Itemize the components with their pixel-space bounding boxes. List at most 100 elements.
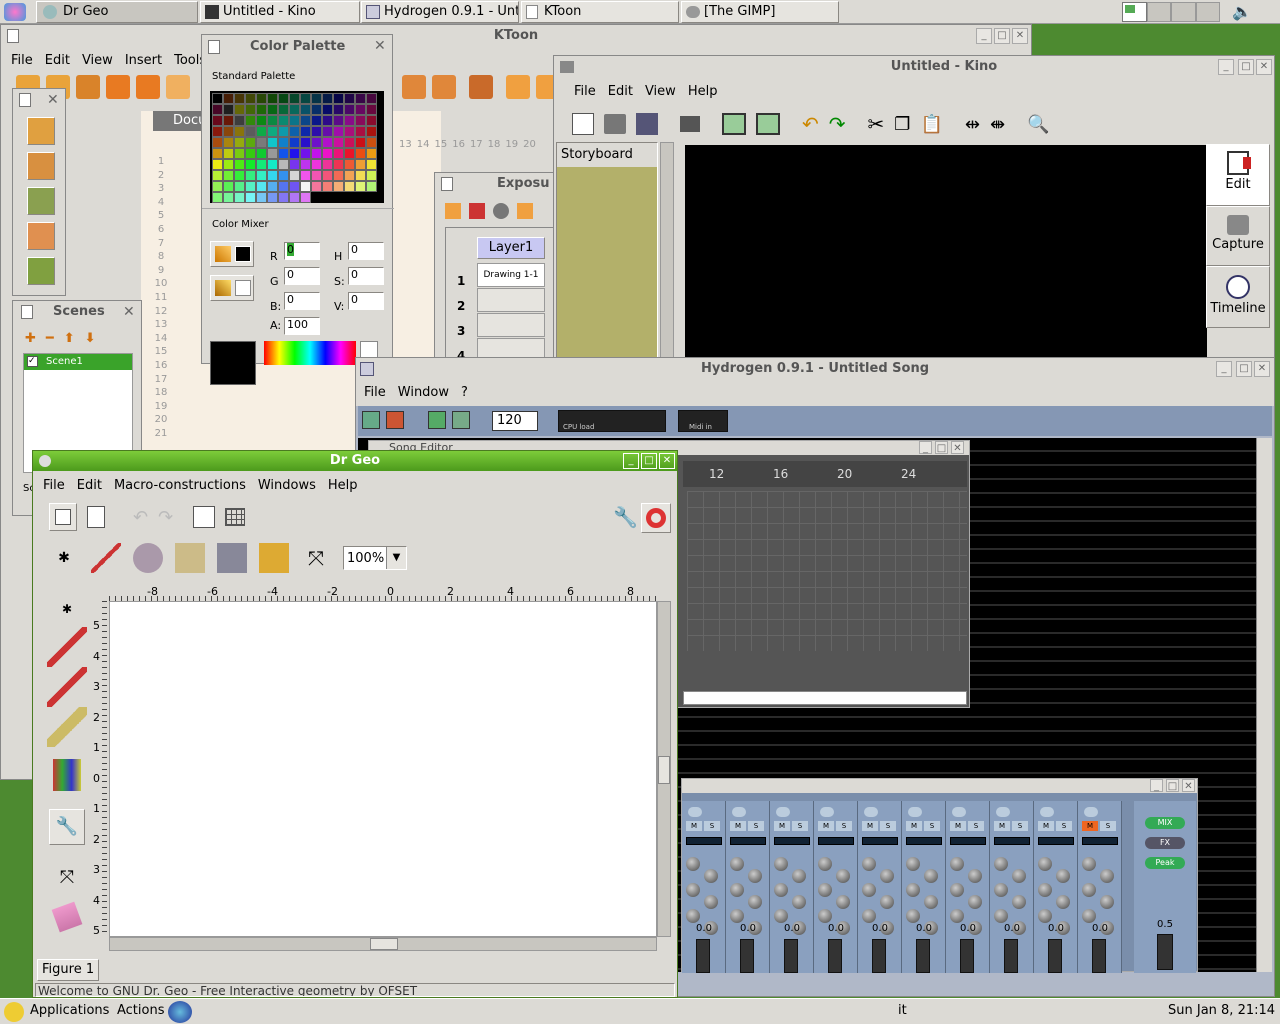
main-menu-icon[interactable]: [4, 3, 26, 21]
palette-swatch[interactable]: [300, 148, 311, 159]
palette-swatch[interactable]: [212, 93, 223, 104]
palette-swatch[interactable]: [311, 104, 322, 115]
task-kino[interactable]: Untitled - Kino: [200, 1, 360, 23]
knob[interactable]: [748, 895, 762, 909]
palette-swatch[interactable]: [366, 126, 377, 137]
palette-swatch[interactable]: [234, 137, 245, 148]
palette-swatch[interactable]: [344, 159, 355, 170]
palette-swatch[interactable]: [311, 148, 322, 159]
knob[interactable]: [906, 883, 920, 897]
browser-icon[interactable]: [168, 1001, 192, 1023]
close-icon[interactable]: ✕: [47, 92, 59, 108]
knob[interactable]: [1100, 869, 1114, 883]
tool-icon[interactable]: [402, 75, 426, 99]
volume-icon[interactable]: 🔈: [1232, 2, 1254, 22]
palette-swatch[interactable]: [245, 192, 256, 203]
zoom-tool-icon[interactable]: [27, 257, 55, 285]
knob[interactable]: [994, 909, 1008, 923]
palette-swatch[interactable]: [355, 126, 366, 137]
mute-button[interactable]: M: [906, 821, 922, 831]
mute-button[interactable]: M: [774, 821, 790, 831]
knob[interactable]: [1012, 895, 1026, 909]
palette-swatch[interactable]: [278, 148, 289, 159]
palette-swatch[interactable]: [267, 115, 278, 126]
palette-swatch[interactable]: [278, 93, 289, 104]
palette-swatch[interactable]: [212, 148, 223, 159]
brush-tool-icon[interactable]: [27, 152, 55, 180]
palette-swatch[interactable]: [278, 115, 289, 126]
knob[interactable]: [836, 895, 850, 909]
palette-swatch[interactable]: [256, 181, 267, 192]
palette-swatch[interactable]: [344, 115, 355, 126]
palette-swatch[interactable]: [245, 104, 256, 115]
move-down-icon[interactable]: ⬇: [85, 331, 96, 346]
knob[interactable]: [818, 883, 832, 897]
play-sample-icon[interactable]: [1084, 807, 1098, 817]
palette-swatch[interactable]: [267, 93, 278, 104]
palette-swatch[interactable]: [322, 170, 333, 181]
maximize-button[interactable]: □: [1166, 779, 1179, 792]
line-icon[interactable]: [47, 667, 87, 707]
palette-swatch[interactable]: [289, 170, 300, 181]
workspace-4[interactable]: [1195, 2, 1220, 22]
eraser-tool-icon[interactable]: [27, 222, 55, 250]
mute-button[interactable]: M: [994, 821, 1010, 831]
palette-swatch[interactable]: [256, 126, 267, 137]
workspace-1[interactable]: [1122, 2, 1147, 22]
undo-icon[interactable]: ↶: [802, 112, 819, 136]
palette-swatch[interactable]: [212, 126, 223, 137]
scroll-thumb[interactable]: [370, 938, 398, 950]
menu-macro-constructions[interactable]: Macro-constructions: [108, 475, 252, 497]
palette-swatch[interactable]: [223, 93, 234, 104]
knob[interactable]: [906, 909, 920, 923]
palette-swatch[interactable]: [322, 93, 333, 104]
palette-swatch[interactable]: [333, 115, 344, 126]
palette-swatch[interactable]: [212, 104, 223, 115]
palette-swatch[interactable]: [278, 137, 289, 148]
knob[interactable]: [730, 883, 744, 897]
palette-swatch[interactable]: [223, 192, 234, 203]
knob[interactable]: [924, 895, 938, 909]
tool-icon[interactable]: [76, 75, 100, 99]
insert-before-icon[interactable]: [722, 113, 746, 135]
undo-icon[interactable]: ↶: [133, 507, 148, 528]
knob[interactable]: [950, 883, 964, 897]
cut-icon[interactable]: ✂: [868, 112, 885, 136]
channel-fader[interactable]: [916, 939, 930, 973]
palette-swatch[interactable]: [234, 93, 245, 104]
mute-button[interactable]: M: [950, 821, 966, 831]
palette-swatch[interactable]: [311, 93, 322, 104]
script-tool-icon[interactable]: [259, 543, 289, 573]
tools-icon[interactable]: 🔧: [613, 505, 638, 529]
palette-swatch[interactable]: [355, 181, 366, 192]
move-icon[interactable]: ⤧: [47, 861, 87, 895]
standard-palette-grid[interactable]: [210, 91, 384, 203]
fill-color-icon[interactable]: [210, 275, 254, 301]
open-folder-icon[interactable]: [604, 114, 626, 134]
palette-swatch[interactable]: [267, 137, 278, 148]
close-button[interactable]: ✕: [1182, 779, 1195, 792]
tool-icon[interactable]: [432, 75, 456, 99]
palette-swatch[interactable]: [212, 170, 223, 181]
palette-swatch[interactable]: [300, 170, 311, 181]
knob[interactable]: [968, 869, 982, 883]
minimize-button[interactable]: _: [623, 453, 639, 469]
knob[interactable]: [1082, 883, 1096, 897]
actions-menu[interactable]: Actions: [117, 1003, 165, 1018]
palette-swatch[interactable]: [344, 104, 355, 115]
redo-icon[interactable]: ↷: [158, 507, 173, 528]
minimize-button[interactable]: _: [1216, 361, 1232, 377]
palette-swatch[interactable]: [245, 137, 256, 148]
exposure-cell[interactable]: [477, 313, 545, 337]
palette-swatch[interactable]: [267, 159, 278, 170]
clock[interactable]: Sun Jan 8, 21:14: [1168, 1003, 1275, 1018]
palette-swatch[interactable]: [289, 126, 300, 137]
menu-file[interactable]: File: [358, 380, 392, 406]
palette-swatch[interactable]: [267, 170, 278, 181]
palette-swatch[interactable]: [212, 159, 223, 170]
stop-button[interactable]: [386, 411, 404, 429]
tool-icon[interactable]: [506, 75, 530, 99]
chevron-down-icon[interactable]: ▼: [386, 547, 406, 569]
close-button[interactable]: ✕: [1254, 361, 1270, 377]
play-sample-icon[interactable]: [776, 807, 790, 817]
